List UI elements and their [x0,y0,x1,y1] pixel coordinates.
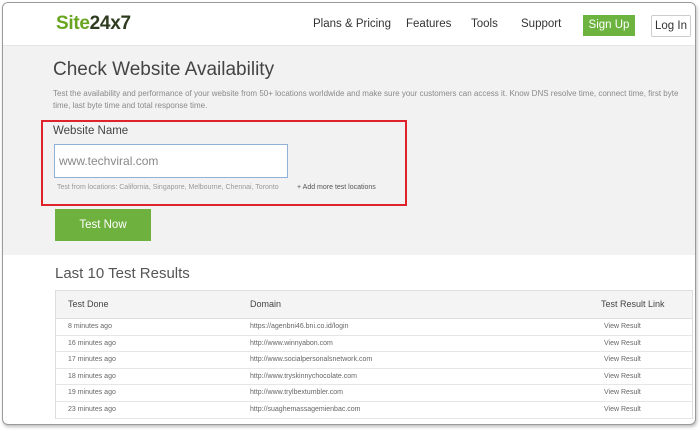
row-time: 18 minutes ago [68,372,116,380]
table-header: Test Done Domain Test Result Link [56,291,692,319]
nav-support[interactable]: Support [521,18,561,30]
results-table: Test Done Domain Test Result Link 8 minu… [55,290,693,419]
view-result-link[interactable]: View Result [604,373,641,380]
row-domain: http://www.socialpersonalsnetwork.com [250,356,373,364]
table-row: 18 minutes ago http://www.tryskinnychoco… [56,369,692,386]
row-time: 23 minutes ago [68,405,116,413]
view-result-link[interactable]: View Result [604,340,641,347]
row-domain: http://suaghemassagemienbac.com [250,405,361,413]
test-locations-text: Test from locations: California, Singapo… [57,184,279,191]
row-time: 8 minutes ago [68,323,112,330]
browser-frame: Site24x7 Plans & Pricing Features Tools … [2,2,696,425]
row-time: 17 minutes ago [68,356,116,364]
view-result-link[interactable]: View Result [604,406,641,413]
website-name-label: Website Name [53,125,129,137]
view-result-link[interactable]: View Result [604,356,641,363]
column-domain: Domain [250,299,282,309]
table-row: 23 minutes ago http://suaghemassagemienb… [56,402,692,419]
page-title: Check Website Availability [53,59,275,80]
nav-tools[interactable]: Tools [471,18,498,30]
nav-plans-pricing[interactable]: Plans & Pricing [313,18,391,30]
row-domain: https://agenbni46.bni.co.id/login [250,323,349,330]
row-time: 19 minutes ago [68,389,116,397]
row-time: 16 minutes ago [68,339,116,347]
nav-features[interactable]: Features [406,18,451,30]
row-domain: http://www.winnyabon.com [250,339,333,347]
website-name-input[interactable] [54,144,288,178]
add-locations-link[interactable]: + Add more test locations [297,184,376,191]
availability-check-section: Check Website Availability Test the avai… [3,45,695,255]
login-button[interactable]: Log In [651,15,691,37]
table-row: 8 minutes ago https://agenbni46.bni.co.i… [56,319,692,336]
page-description: Test the availability and performance of… [53,89,679,110]
logo-part2: 24x7 [89,13,131,34]
signup-button[interactable]: Sign Up [583,15,635,36]
test-now-button[interactable]: Test Now [55,209,151,241]
view-result-link[interactable]: View Result [604,323,641,330]
site-header: Site24x7 Plans & Pricing Features Tools … [3,3,695,45]
column-test-done: Test Done [68,299,109,309]
table-row: 17 minutes ago http://www.socialpersonal… [56,352,692,369]
table-row: 19 minutes ago http://www.trylbextumbler… [56,385,692,402]
row-domain: http://www.trylbextumbler.com [250,389,343,397]
logo-part1: Site [56,13,90,34]
table-row: 16 minutes ago http://www.winnyabon.com … [56,336,692,353]
view-result-link[interactable]: View Result [604,389,641,396]
results-title: Last 10 Test Results [55,265,190,282]
column-result-link: Test Result Link [601,299,665,309]
site-logo[interactable]: Site24x7 [56,13,131,35]
row-domain: http://www.tryskinnychocolate.com [250,372,357,380]
